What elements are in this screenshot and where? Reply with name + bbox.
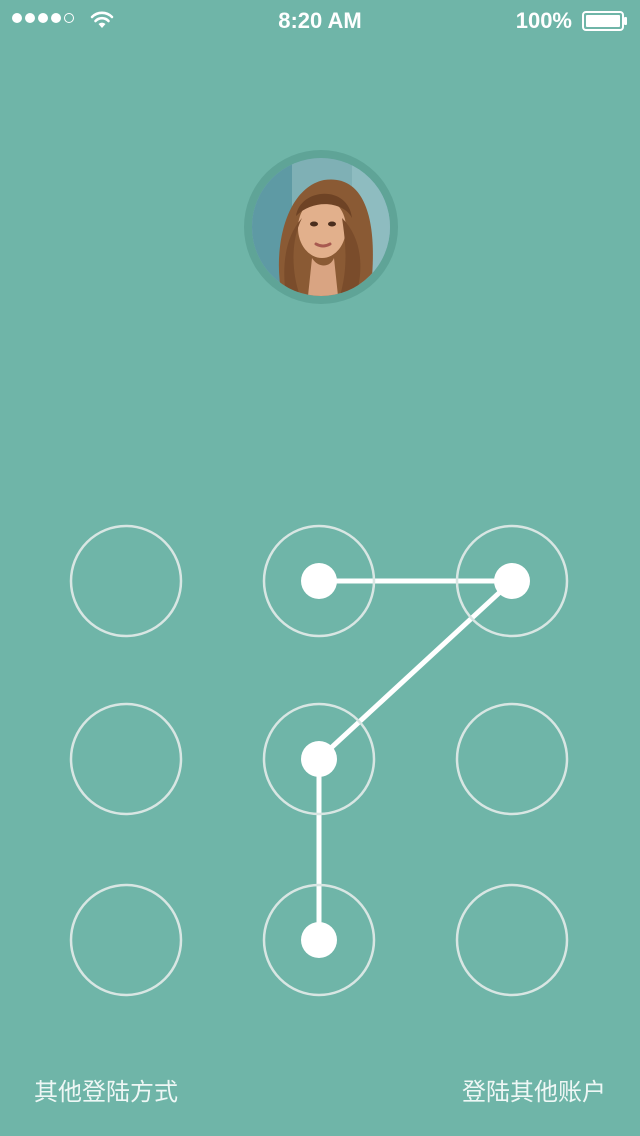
pattern-ring[interactable] — [455, 883, 569, 997]
pattern-selected-dot — [301, 922, 337, 958]
pattern-selected-dot — [301, 741, 337, 777]
pattern-lock-grid[interactable] — [0, 0, 640, 1136]
pattern-node-6[interactable] — [455, 702, 569, 816]
pattern-node-9[interactable] — [455, 883, 569, 997]
pattern-ring[interactable] — [69, 524, 183, 638]
pattern-node-4[interactable] — [69, 702, 183, 816]
pattern-selected-dot — [301, 563, 337, 599]
pattern-ring[interactable] — [69, 883, 183, 997]
pattern-segment — [317, 579, 514, 761]
pattern-node-7[interactable] — [69, 883, 183, 997]
pattern-path — [316, 578, 514, 940]
pattern-selected-dot — [494, 563, 530, 599]
pattern-ring[interactable] — [455, 702, 569, 816]
other-login-method-link[interactable]: 其他登陆方式 — [34, 1072, 178, 1107]
pattern-node-1[interactable] — [69, 524, 183, 638]
login-other-account-link[interactable]: 登陆其他账户 — [462, 1072, 606, 1107]
pattern-ring[interactable] — [69, 702, 183, 816]
